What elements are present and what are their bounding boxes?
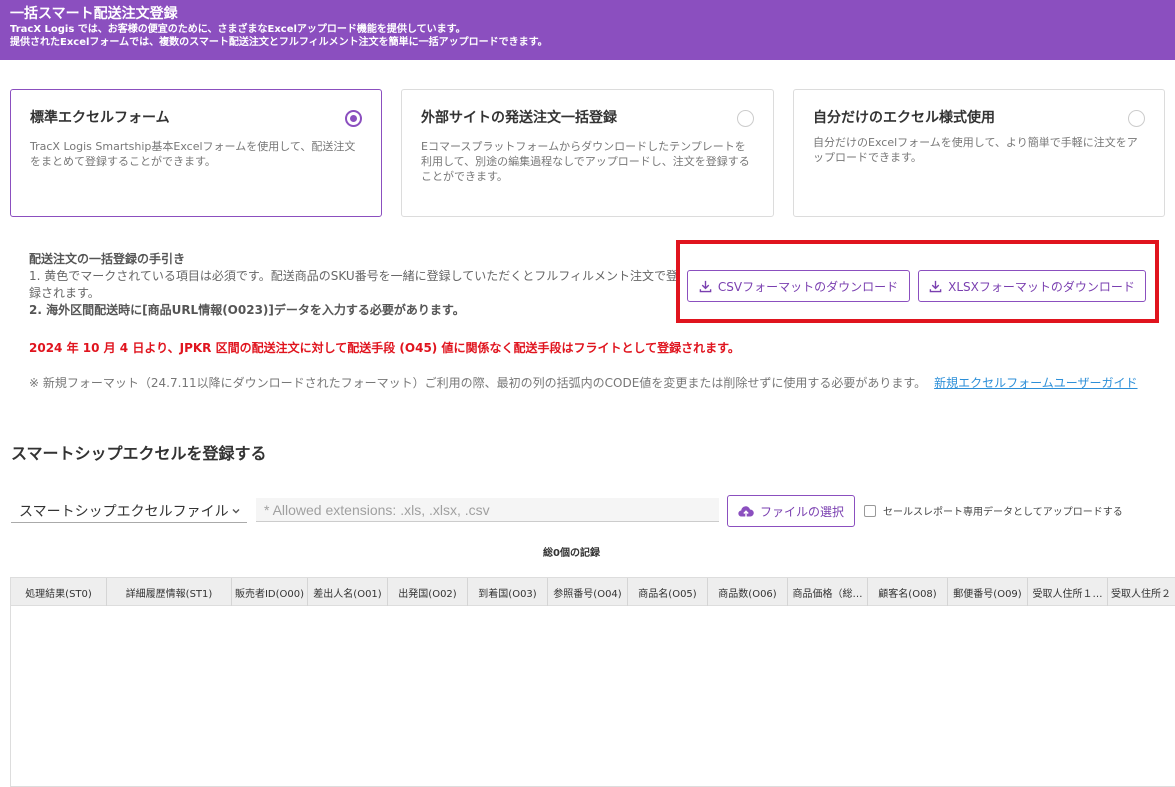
csv-download-label: CSVフォーマットのダウンロード xyxy=(717,279,899,294)
table-column-header[interactable]: 受取人住所１… xyxy=(1028,578,1108,606)
table-column-header[interactable]: 参照番号(O04) xyxy=(548,578,628,606)
sales-report-label: セールスレポート専用データとしてアップロードする xyxy=(883,507,1123,518)
table-column-header[interactable]: 商品数(O06) xyxy=(708,578,788,606)
checkbox-box[interactable] xyxy=(864,504,876,517)
jpkr-notice: 2024 年 10 月 4 日より、JPKR 区間の配送注文に対して配送手段 (… xyxy=(29,341,740,355)
table-column-header[interactable]: 受取人住所２ xyxy=(1108,578,1175,606)
card-external-site[interactable]: 外部サイトの発送注文一括登録 Eコマースプラットフォームからダウンロードしたテン… xyxy=(401,89,774,217)
radio-standard-excel[interactable] xyxy=(345,110,362,127)
table-column-header[interactable]: 差出人名(O01) xyxy=(308,578,388,606)
user-guide-link[interactable]: 新規エクセルフォームユーザーガイド xyxy=(934,376,1137,390)
records-table: 処理結果(ST0) 詳細履歴情報(ST1) 販売者ID(O00) 差出人名(O0… xyxy=(10,577,1175,787)
card-desc: Eコマースプラットフォームからダウンロードしたテンプレートを利用して、別途の編集… xyxy=(421,140,750,183)
card-title: 自分だけのエクセル様式使用 xyxy=(813,110,995,126)
card-desc: TracX Logis Smartship基本Excelフォームを使用して、配送… xyxy=(30,140,356,168)
xlsx-download-label: XLSXフォーマットのダウンロード xyxy=(948,279,1135,294)
file-type-select[interactable]: スマートシップエクセルファイル xyxy=(11,499,247,523)
table-header: 処理結果(ST0) 詳細履歴情報(ST1) 販売者ID(O00) 差出人名(O0… xyxy=(11,578,1175,606)
sales-report-checkbox[interactable]: セールスレポート専用データとしてアップロードする xyxy=(864,503,1123,518)
table-column-header[interactable]: 販売者ID(O00) xyxy=(232,578,308,606)
card-desc: 自分だけのExcelフォームを使用して、より簡単で手軽に注文をアップロードできま… xyxy=(813,136,1138,164)
card-title: 外部サイトの発送注文一括登録 xyxy=(421,110,617,126)
table-column-header[interactable]: 郵便番号(O09) xyxy=(948,578,1028,606)
section-title: スマートシップエクセルを登録する xyxy=(11,444,267,463)
table-column-header[interactable]: 出発国(O02) xyxy=(388,578,468,606)
table-column-header[interactable]: 詳細履歴情報(ST1) xyxy=(107,578,232,606)
page-header: 一括スマート配送注文登録 TracX Logis では、お客様の便宜のために、さ… xyxy=(0,0,1175,60)
header-desc-2: 提供されたExcelフォームでは、複数のスマート配送注文とフルフィルメント注文を… xyxy=(10,37,548,48)
csv-download-button[interactable]: CSVフォーマットのダウンロード xyxy=(687,270,910,302)
chevron-down-icon xyxy=(232,508,240,513)
table-column-header[interactable]: 顧客名(O08) xyxy=(868,578,948,606)
radio-custom-excel[interactable] xyxy=(1128,110,1145,127)
card-title: 標準エクセルフォーム xyxy=(30,110,170,126)
cloud-upload-icon xyxy=(738,505,754,517)
file-type-value: スマートシップエクセルファイル xyxy=(19,503,229,520)
upload-guide: 配送注文の一括登録の手引き 1. 黄色でマークされている項目は必須です。配送商品… xyxy=(29,251,679,319)
table-column-header[interactable]: 処理結果(ST0) xyxy=(11,578,107,606)
radio-external-site[interactable] xyxy=(737,110,754,127)
file-select-label: ファイルの選択 xyxy=(759,504,844,519)
page-title: 一括スマート配送注文登録 xyxy=(10,6,178,22)
download-icon xyxy=(699,280,712,292)
xlsx-download-button[interactable]: XLSXフォーマットのダウンロード xyxy=(918,270,1146,302)
guide-line-1: 1. 黄色でマークされている項目は必須です。配送商品のSKU番号を一緒に登録して… xyxy=(29,269,679,300)
format-note-text: ※ 新規フォーマット（24.7.11以降にダウンロードされたフォーマット）ご利用… xyxy=(29,376,927,390)
guide-title: 配送注文の一括登録の手引き xyxy=(29,252,186,266)
header-desc-1: TracX Logis では、お客様の便宜のために、さまざまなExcelアップロ… xyxy=(10,24,466,35)
table-column-header[interactable]: 到着国(O03) xyxy=(468,578,548,606)
card-standard-excel[interactable]: 標準エクセルフォーム TracX Logis Smartship基本Excelフ… xyxy=(10,89,382,217)
table-column-header[interactable]: 商品名(O05) xyxy=(628,578,708,606)
download-icon xyxy=(929,280,942,292)
guide-line-2: 2. 海外区間配送時に[商品URL情報(O023)]データを入力する必要がありま… xyxy=(29,303,465,317)
record-count: 総0個の記録 xyxy=(543,548,600,559)
file-select-button[interactable]: ファイルの選択 xyxy=(727,495,855,527)
card-custom-excel[interactable]: 自分だけのエクセル様式使用 自分だけのExcelフォームを使用して、より簡単で手… xyxy=(793,89,1165,217)
file-path-input[interactable] xyxy=(256,498,719,522)
format-note: ※ 新規フォーマット（24.7.11以降にダウンロードされたフォーマット）ご利用… xyxy=(29,375,1138,391)
table-column-header[interactable]: 商品価格（総… xyxy=(788,578,868,606)
